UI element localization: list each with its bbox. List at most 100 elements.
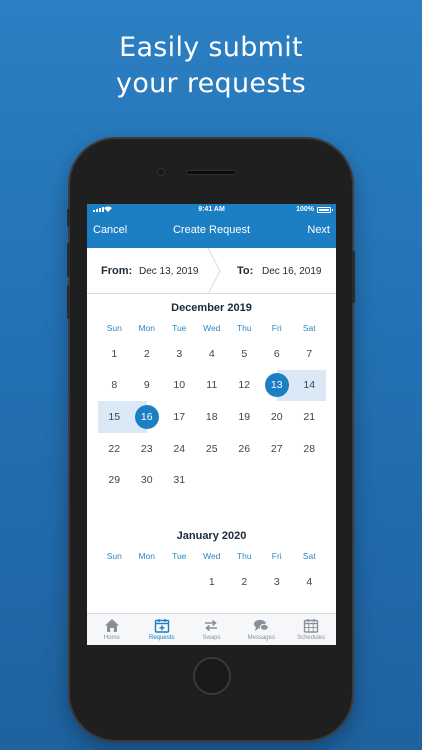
from-label: From: [101, 265, 133, 277]
calendar-day[interactable]: 26 [228, 433, 261, 465]
calendar-day[interactable]: 4 [196, 338, 229, 370]
calendar-day[interactable]: 5 [228, 338, 261, 370]
calendar-day[interactable]: 18 [196, 401, 229, 433]
phone-frame: 9:41 AM 100% Cancel Create Request Next … [67, 139, 355, 740]
weekday-label: Tue [172, 550, 187, 561]
calendar-day[interactable]: 27 [261, 433, 294, 465]
next-button[interactable]: Next [307, 224, 330, 236]
tab-messages[interactable]: Messages [236, 614, 286, 645]
calendar-day[interactable]: 2 [228, 566, 261, 598]
calendar-day-selected[interactable]: 16 [130, 401, 163, 433]
headline-line-2: your requests [116, 68, 306, 99]
tab-label: Messages [247, 635, 275, 641]
marketing-headline: Easily submit your requests [0, 30, 422, 102]
tab-swaps[interactable]: Swaps [187, 614, 237, 645]
weekday-header: Sun Mon Tue Wed Thu Fri Sat [87, 546, 336, 566]
calendar-day[interactable]: 11 [196, 370, 229, 402]
calendar-plus-icon [154, 619, 169, 633]
headline-line-1: Easily submit [119, 32, 303, 63]
calendar-grid-icon [303, 619, 319, 633]
range-divider-chevron-icon [207, 248, 221, 294]
calendar-day[interactable]: 23 [131, 433, 164, 465]
home-button[interactable] [193, 657, 231, 695]
calendar-day[interactable]: 29 [98, 464, 131, 496]
day-grid: 1 2 3 4 5 6 7 8 9 10 11 12 13 14 15 16 17 18 19 20 21 22 23 24 2… [87, 338, 336, 496]
month-title: January 2020 [176, 529, 247, 542]
weekday-label: Wed [203, 550, 221, 561]
calendar-day[interactable]: 21 [293, 401, 326, 433]
tab-schedules[interactable]: Schedules [286, 614, 336, 645]
weekday-label: Thu [236, 550, 252, 561]
earpiece-speaker [186, 170, 236, 175]
weekday-label: Sat [302, 550, 316, 561]
calendar-month-january: January 2020 Sun Mon Tue Wed Thu Fri Sat… [87, 526, 336, 598]
battery-icon [317, 207, 333, 213]
calendar-day[interactable]: 7 [293, 338, 326, 370]
tab-label: Schedules [297, 635, 326, 641]
weekday-label: Tue [172, 323, 187, 333]
day-grid: 1234 [87, 566, 336, 598]
weekday-label: Sun [106, 323, 122, 333]
weekday-label: Mon [138, 550, 156, 561]
calendar-day[interactable]: 3 [163, 338, 196, 370]
calendar-day-empty [98, 566, 131, 598]
nav-title: Create Request [172, 224, 251, 236]
weekday-label: Wed [203, 323, 221, 333]
calendar-day[interactable]: 2 [131, 338, 164, 370]
calendar-day[interactable]: 25 [196, 433, 229, 465]
weekday-label: Fri [271, 550, 282, 561]
calendar-day[interactable]: 1 [98, 338, 131, 370]
calendar-day[interactable]: 15 [98, 401, 131, 433]
swap-arrows-icon [205, 619, 218, 632]
weekday-label: Fri [271, 323, 282, 333]
calendar-day[interactable]: 3 [261, 566, 294, 598]
calendar-day[interactable]: 24 [163, 433, 196, 465]
calendar-day[interactable]: 10 [163, 370, 196, 402]
calendar-day[interactable]: 22 [98, 433, 131, 465]
weekday-label: Thu [236, 323, 252, 333]
weekday-header: Sun Mon Tue Wed Thu Fri Sat [87, 318, 336, 338]
calendar-day[interactable]: 6 [261, 338, 294, 370]
calendar-day[interactable]: 28 [293, 433, 326, 465]
calendar-day[interactable]: 1 [196, 566, 229, 598]
calendar-day[interactable]: 4 [293, 566, 326, 598]
tab-bar: Home Requests Swaps Messages Schedules [87, 613, 336, 645]
tab-requests[interactable]: Requests [137, 614, 187, 645]
nav-bar: Cancel Create Request Next [87, 220, 336, 242]
calendar-day-selected[interactable]: 13 [260, 369, 293, 402]
calendar-day[interactable]: 17 [163, 401, 196, 433]
weekday-label: Sun [106, 550, 122, 561]
calendar-day[interactable]: 9 [131, 370, 164, 402]
to-date-value[interactable]: Dec 16, 2019 [262, 266, 322, 277]
tab-label: Home [103, 635, 120, 641]
month-title: December 2019 [171, 302, 252, 314]
calendar-day[interactable]: 14 [293, 369, 326, 402]
power-button [352, 251, 355, 303]
calendar-day[interactable]: 20 [261, 401, 294, 433]
date-range-selector: From: Dec 13, 2019 To: Dec 16, 2019 [87, 248, 336, 294]
from-date-value[interactable]: Dec 13, 2019 [139, 266, 199, 277]
calendar-day[interactable]: 12 [228, 370, 261, 402]
volume-down-button [67, 285, 70, 319]
volume-up-button [67, 243, 70, 277]
tab-label: Requests [149, 635, 175, 641]
chat-bubbles-icon [254, 619, 270, 631]
calendar-day-empty [163, 566, 196, 598]
battery-percent: 100% [296, 206, 314, 213]
calendar-day-empty [131, 566, 164, 598]
calendar-day[interactable]: 19 [228, 401, 261, 433]
tab-label: Swaps [202, 635, 221, 641]
tab-home[interactable]: Home [87, 614, 137, 645]
mute-switch [67, 209, 70, 227]
to-label: To: [237, 265, 254, 277]
calendar-day[interactable]: 8 [98, 370, 131, 402]
weekday-label: Mon [138, 323, 156, 333]
weekday-label: Sat [302, 323, 316, 333]
front-camera [157, 168, 165, 176]
calendar-day[interactable]: 31 [163, 464, 196, 496]
calendar-day[interactable]: 30 [131, 464, 164, 496]
calendar-month-december: December 2019 Sun Mon Tue Wed Thu Fri Sa… [87, 294, 336, 496]
home-icon [104, 619, 119, 632]
phone-screen: 9:41 AM 100% Cancel Create Request Next … [87, 204, 336, 645]
app-header: 9:41 AM 100% Cancel Create Request Next [87, 204, 336, 248]
